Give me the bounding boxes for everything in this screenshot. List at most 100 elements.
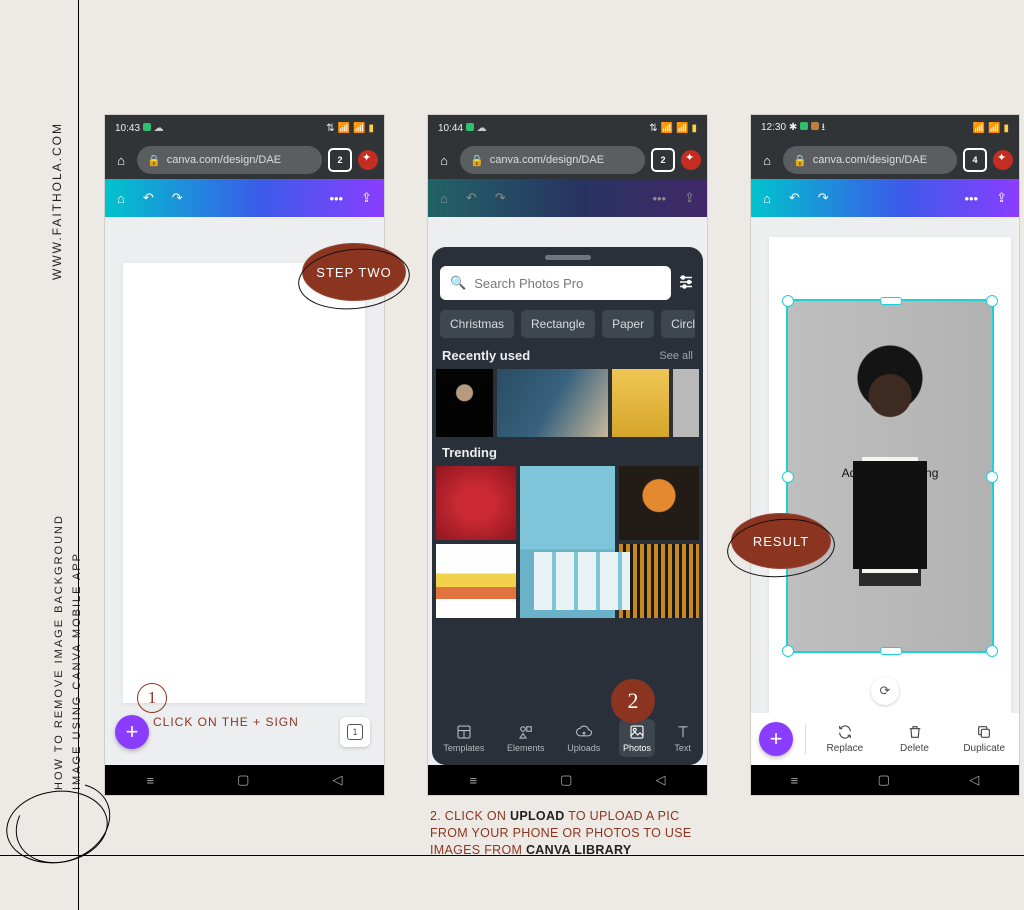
canva-toolbar-dimmed: ⌂ ↶ ↷ ••• ⇪ xyxy=(428,179,707,217)
lock-icon: 🔒 xyxy=(147,154,161,167)
home-icon[interactable]: ⌂ xyxy=(111,150,131,170)
extension-icon[interactable] xyxy=(681,150,701,170)
home-nav-icon[interactable]: ▢ xyxy=(878,772,890,788)
thumb-trend-2[interactable] xyxy=(520,466,615,618)
android-nav-bar: ≡ ▢ ◁ xyxy=(751,765,1019,795)
phone-result: 12:30 ✱ ⭳ 📶📶▮ ⌂ 🔒 canva.com/design/DAE 4… xyxy=(750,114,1020,796)
status-bar: 12:30 ✱ ⭳ 📶📶▮ xyxy=(751,115,1019,141)
canva-bottom-nav: Templates Elements Uploads Photos Text xyxy=(432,711,703,765)
nav-photos[interactable]: Photos xyxy=(619,719,655,757)
home-icon[interactable]: ⌂ xyxy=(434,150,454,170)
redo-icon[interactable]: ↷ xyxy=(818,190,829,206)
see-all-link[interactable]: See all xyxy=(659,350,693,362)
thumb-recent-1[interactable] xyxy=(436,369,493,437)
resize-handle[interactable] xyxy=(986,295,998,307)
delete-button[interactable]: Delete xyxy=(880,724,950,754)
android-nav-bar: ≡ ▢ ◁ xyxy=(105,765,384,795)
chip-rectangle[interactable]: Rectangle xyxy=(521,310,595,338)
nav-templates[interactable]: Templates xyxy=(439,719,488,757)
trending-grid xyxy=(436,466,699,618)
more-icon: ••• xyxy=(652,191,666,206)
thumb-trend-1[interactable] xyxy=(436,466,516,540)
add-button[interactable]: + xyxy=(115,715,149,749)
more-icon[interactable]: ••• xyxy=(964,191,978,206)
back-nav-icon[interactable]: ◁ xyxy=(655,772,665,788)
recent-thumbnails xyxy=(436,369,699,437)
browser-address-bar: ⌂ 🔒 canva.com/design/DAE 4 xyxy=(751,141,1019,179)
back-nav-icon[interactable]: ◁ xyxy=(332,772,342,788)
resize-handle[interactable] xyxy=(986,471,998,483)
add-button[interactable]: + xyxy=(759,722,793,756)
tab-count[interactable]: 2 xyxy=(328,148,352,172)
section-recently-used: Recently used xyxy=(442,348,530,363)
android-nav-bar: ≡ ▢ ◁ xyxy=(428,765,707,795)
home-nav-icon[interactable]: ▢ xyxy=(237,772,249,788)
redo-icon: ↷ xyxy=(495,190,506,206)
resize-handle[interactable] xyxy=(782,471,794,483)
step-number-2: 2 xyxy=(611,679,655,723)
home-nav-icon[interactable]: ▢ xyxy=(560,772,572,788)
resize-handle[interactable] xyxy=(782,295,794,307)
resize-handle[interactable] xyxy=(986,645,998,657)
browser-address-bar: ⌂ 🔒 canva.com/design/DAE 2 xyxy=(105,141,384,179)
blank-canvas[interactable] xyxy=(123,263,365,703)
selected-image[interactable]: Add a subheading xyxy=(786,299,994,653)
filter-icon[interactable] xyxy=(677,273,695,294)
url-pill[interactable]: 🔒 canva.com/design/DAE xyxy=(783,146,957,174)
section-trending: Trending xyxy=(442,445,497,460)
thumb-recent-2[interactable] xyxy=(497,369,608,437)
step-two-callout: STEP TWO xyxy=(302,243,406,301)
chip-paper[interactable]: Paper xyxy=(602,310,654,338)
search-icon: 🔍 xyxy=(450,275,466,291)
drag-handle[interactable] xyxy=(545,255,591,260)
lock-icon: 🔒 xyxy=(793,154,807,167)
more-icon[interactable]: ••• xyxy=(329,191,343,206)
recent-apps-icon[interactable]: ≡ xyxy=(470,773,478,788)
duplicate-button[interactable]: Duplicate xyxy=(949,724,1019,754)
thumb-trend-3[interactable] xyxy=(619,466,699,540)
share-icon[interactable]: ⇪ xyxy=(361,190,372,206)
undo-icon: ↶ xyxy=(466,190,477,206)
page-count-button[interactable]: 1 xyxy=(340,717,370,747)
tab-count[interactable]: 2 xyxy=(651,148,675,172)
thumb-trend-4[interactable] xyxy=(436,544,516,618)
share-icon[interactable]: ⇪ xyxy=(996,190,1007,206)
subheading-text[interactable]: Add a subheading xyxy=(788,466,992,480)
canva-home-icon[interactable]: ⌂ xyxy=(763,191,771,206)
canva-home-icon[interactable]: ⌂ xyxy=(117,191,125,206)
resize-handle[interactable] xyxy=(880,297,902,305)
resize-handle[interactable] xyxy=(782,645,794,657)
thumb-trend-5[interactable] xyxy=(619,544,699,618)
back-nav-icon[interactable]: ◁ xyxy=(969,772,979,788)
recent-apps-icon[interactable]: ≡ xyxy=(147,773,155,788)
canva-toolbar: ⌂ ↶ ↷ ••• ⇪ xyxy=(105,179,384,217)
chip-christmas[interactable]: Christmas xyxy=(440,310,514,338)
tab-count[interactable]: 4 xyxy=(963,148,987,172)
rotate-button[interactable]: ⟳ xyxy=(871,677,899,705)
undo-icon[interactable]: ↶ xyxy=(789,190,800,206)
chip-circle[interactable]: Circle xyxy=(661,310,695,338)
photos-bottom-sheet: 🔍 Search Photos Pro Christmas Rectangle … xyxy=(432,247,703,765)
recent-apps-icon[interactable]: ≡ xyxy=(791,773,799,788)
nav-uploads[interactable]: Uploads xyxy=(563,719,604,757)
search-input[interactable]: 🔍 Search Photos Pro xyxy=(440,266,671,300)
undo-icon[interactable]: ↶ xyxy=(143,190,154,206)
resize-handle[interactable] xyxy=(880,647,902,655)
filter-chips: Christmas Rectangle Paper Circle Arro xyxy=(440,310,695,338)
status-bar: 10:44 ☁ ⇅📶📶▮ xyxy=(428,115,707,141)
extension-icon[interactable] xyxy=(358,150,378,170)
edit-action-bar: + Replace Delete Duplicate xyxy=(751,713,1019,765)
thumb-recent-3[interactable] xyxy=(612,369,669,437)
url-pill[interactable]: 🔒 canva.com/design/DAE xyxy=(137,146,322,174)
thumb-recent-4[interactable] xyxy=(673,369,699,437)
step-1-text: CLICK ON THE + SIGN xyxy=(153,715,299,729)
url-pill[interactable]: 🔒 canva.com/design/DAE xyxy=(460,146,645,174)
extension-icon[interactable] xyxy=(993,150,1013,170)
replace-button[interactable]: Replace xyxy=(810,724,880,754)
share-icon: ⇪ xyxy=(684,190,695,206)
canvas-with-image[interactable]: Add a subheading xyxy=(769,237,1011,715)
home-icon[interactable]: ⌂ xyxy=(757,150,777,170)
nav-elements[interactable]: Elements xyxy=(503,719,549,757)
redo-icon[interactable]: ↷ xyxy=(172,190,183,206)
nav-text[interactable]: Text xyxy=(670,719,696,757)
